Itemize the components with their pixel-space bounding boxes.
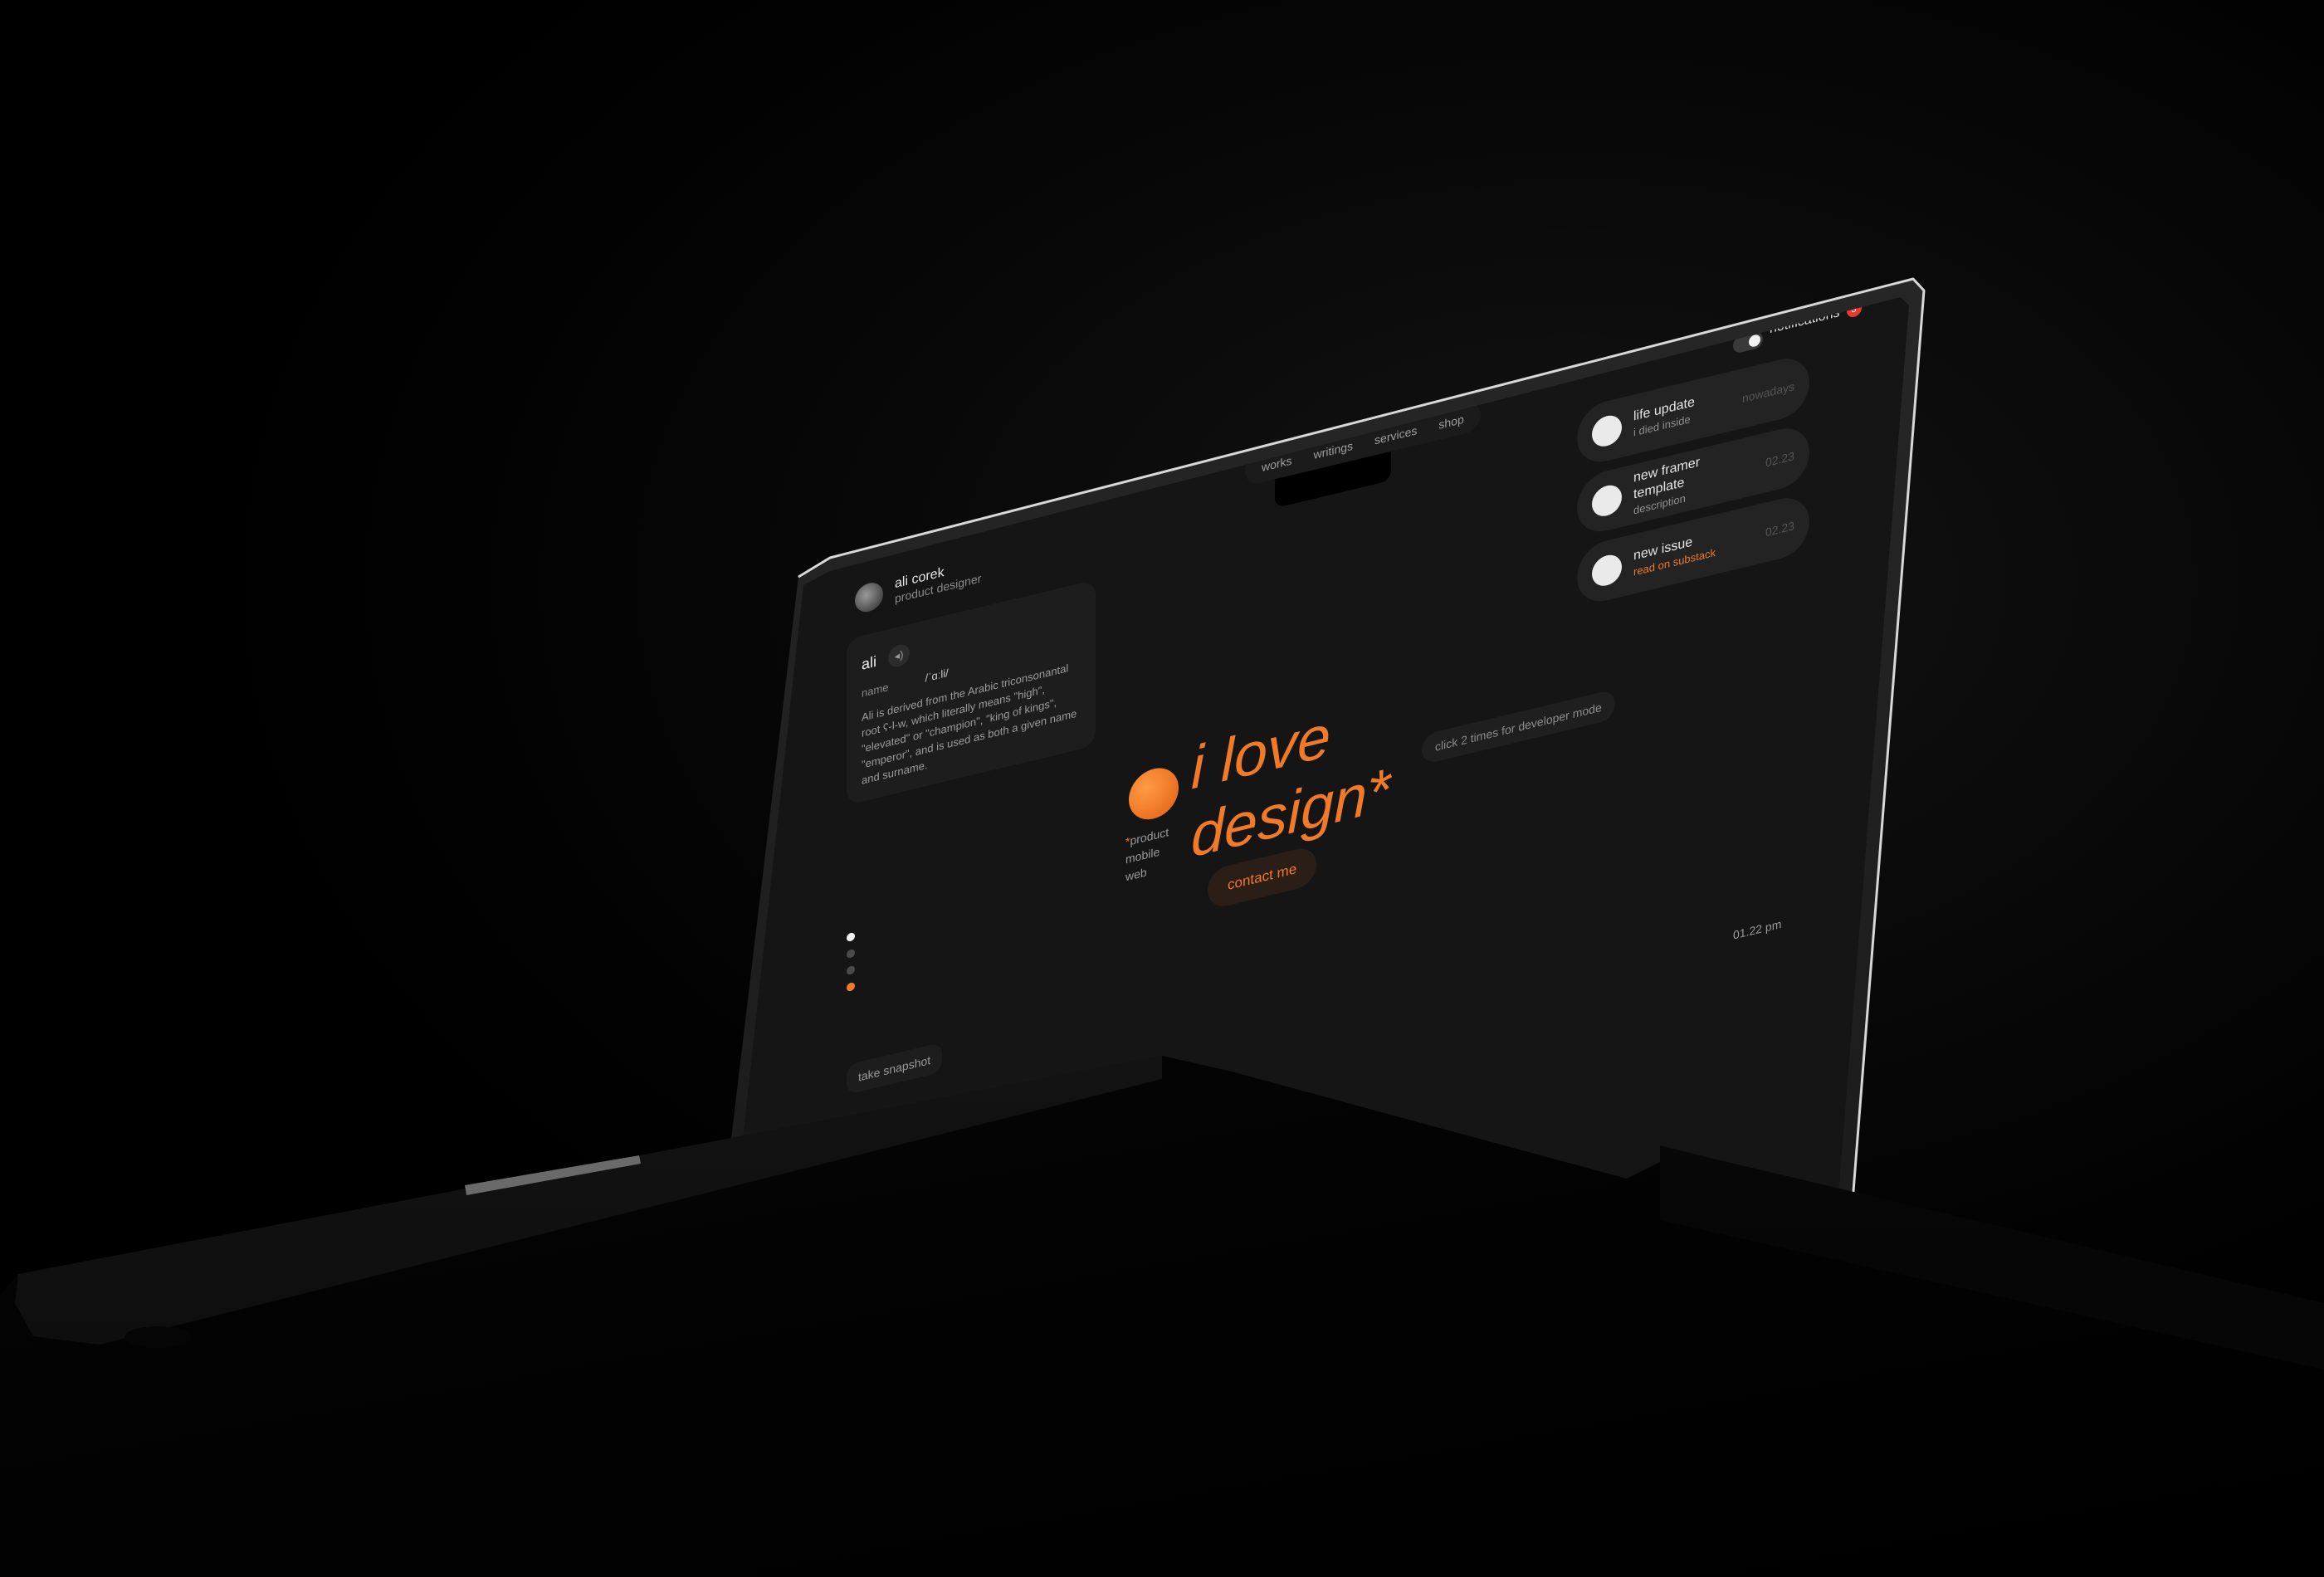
speaker-icon[interactable]: ◂) [888, 642, 911, 670]
definition-label: name [862, 681, 889, 700]
notifications-list: life update i died inside nowadays new f… [1577, 352, 1809, 618]
page-dot[interactable] [847, 931, 855, 943]
snapshot-button[interactable]: take snapshot [847, 1042, 943, 1096]
hero-orb [1129, 763, 1179, 825]
profile-text: ali corek product designer [895, 556, 981, 605]
definition-text: Ali is derived from the Arabic triconson… [862, 662, 1077, 787]
notification-time: 02.23 [1765, 519, 1794, 540]
page-dot-active[interactable] [847, 981, 855, 993]
clock: 01.22 pm [1733, 916, 1782, 942]
pronunciation: /ˈɑːli/ [925, 666, 949, 685]
notification-body: life update i died inside [1633, 386, 1731, 441]
notification-body: new issue read on substack [1633, 520, 1754, 580]
page-dot[interactable] [847, 948, 855, 959]
website-viewport: ali corek product designer ali ◂) name /… [830, 297, 1909, 1195]
definition-word: ali [862, 652, 877, 673]
laptop-foot [124, 1326, 191, 1348]
notification-time: 02.23 [1765, 449, 1794, 470]
hero-headline: i love design* [1191, 687, 1390, 872]
nav-item-shop[interactable]: shop [1438, 413, 1463, 432]
notification-avatar [1592, 551, 1622, 589]
notification-avatar [1592, 481, 1622, 520]
discipline-tags: *product mobile web [1125, 823, 1169, 886]
avatar [855, 579, 883, 615]
scene: ali corek product designer ali ◂) name /… [0, 0, 2324, 1577]
notification-time: nowadays [1741, 379, 1794, 406]
profile-header[interactable]: ali corek product designer [855, 556, 981, 615]
toggle-knob [1749, 333, 1760, 349]
notification-avatar [1592, 412, 1622, 450]
page-indicator [847, 931, 855, 993]
notification-body: new framer template description [1633, 442, 1754, 519]
developer-mode-hint[interactable]: click 2 times for developer mode [1422, 688, 1615, 765]
page-dot[interactable] [847, 964, 855, 976]
name-definition-card: ali ◂) name /ˈɑːli/ Ali is derived from … [847, 579, 1096, 806]
